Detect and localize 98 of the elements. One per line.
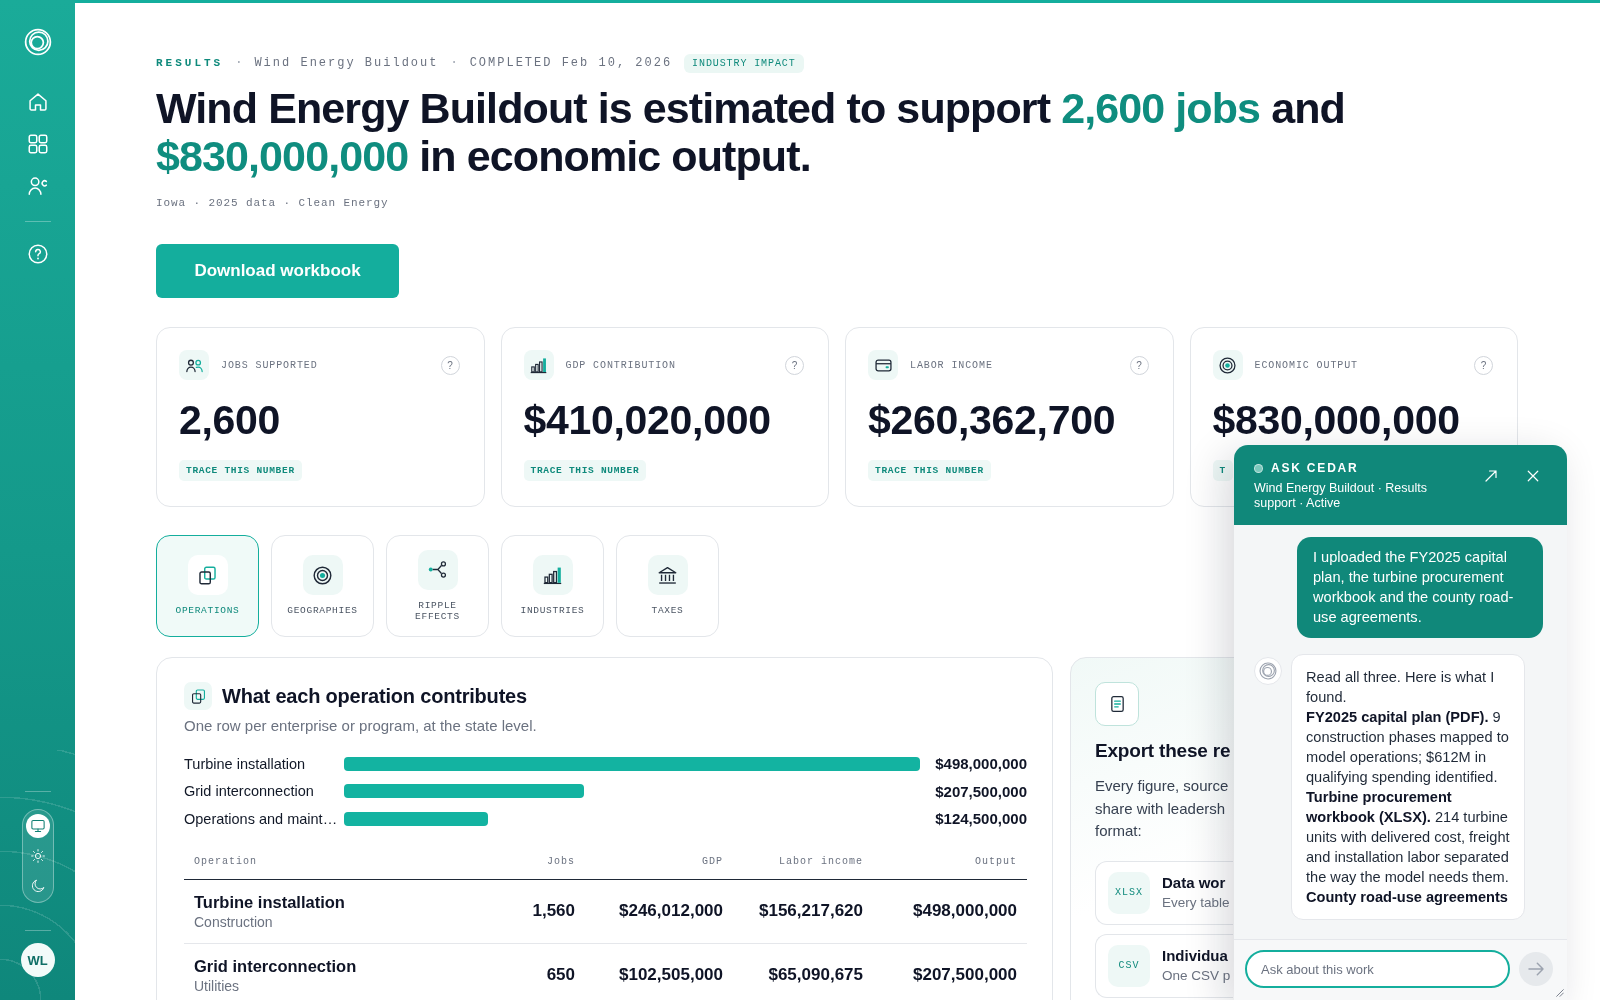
table-cell: 650 bbox=[475, 943, 585, 1000]
kpi-value: $830,000,000 bbox=[1212, 398, 1460, 442]
card-icon bbox=[868, 350, 898, 380]
target-icon bbox=[302, 555, 343, 596]
trace-button[interactable]: TRACE THIS NUMBER bbox=[523, 460, 647, 481]
column-header: Operation bbox=[184, 854, 475, 880]
home-icon[interactable] bbox=[27, 92, 48, 112]
bar-value: $124,500,000 bbox=[934, 810, 1027, 828]
target-icon bbox=[1212, 350, 1243, 380]
stacked-squares-icon bbox=[184, 682, 212, 710]
close-icon[interactable] bbox=[1527, 470, 1539, 482]
kpi-value: 2,600 bbox=[179, 398, 281, 442]
avatar-icon bbox=[1254, 657, 1282, 685]
logo-icon[interactable] bbox=[23, 28, 52, 56]
file-format-tag: CSV bbox=[1108, 944, 1150, 987]
chat-subtitle: Wind Energy Buildout · Results support · Active bbox=[1254, 481, 1428, 511]
table-cell: 1,560 bbox=[475, 879, 585, 944]
trace-button[interactable]: TRACE THIS NUMBER bbox=[179, 460, 302, 481]
bar-chart-icon bbox=[523, 350, 554, 380]
bar-label: Grid interconnection bbox=[184, 783, 315, 800]
message-text: I uploaded the FY2025 capital plan, the turbine procurement workbook and the county road-use agreements. bbox=[1313, 548, 1515, 627]
column-header: Output bbox=[873, 854, 1027, 880]
bank-icon bbox=[647, 555, 688, 596]
chat-input[interactable]: Ask about this work bbox=[1245, 950, 1510, 988]
separator: · bbox=[450, 56, 458, 70]
users-icon[interactable] bbox=[27, 176, 48, 196]
option-title: Data wor bbox=[1162, 873, 1226, 893]
bar-chart-icon bbox=[532, 555, 573, 596]
trace-button[interactable]: TRACE THIS NUMBER bbox=[868, 460, 991, 481]
card-title: What each operation contributes bbox=[222, 684, 527, 709]
card-subtitle: One row per enterprise or program, at the state level. bbox=[184, 716, 537, 736]
table-cell: $156,217,620 bbox=[733, 879, 873, 944]
user-avatar[interactable]: WL bbox=[20, 943, 55, 977]
tab[interactable]: GEOGRAPHIES bbox=[271, 535, 374, 637]
kpi-label: ECONOMIC OUTPUT bbox=[1254, 359, 1359, 371]
headline: Wind Energy Buildout is estimated to support 2,600 jobs and $830,000,000 in economic output. bbox=[156, 84, 1346, 180]
help-button[interactable]: ? bbox=[1474, 355, 1493, 375]
operation-category: Utilities bbox=[194, 976, 240, 995]
table-cell: $246,012,000 bbox=[585, 879, 733, 944]
message-text: Turbine procurement workbook (XLSX). 214 turbine units with delivered cost, freight and installation labor separated the way the model needs them. bbox=[1306, 788, 1510, 887]
trace-button[interactable]: T bbox=[1212, 460, 1233, 481]
bar-value: $498,000,000 bbox=[934, 755, 1027, 773]
message-text: Read all three. Here is what I found. bbox=[1306, 668, 1496, 707]
operation-name: Grid interconnection bbox=[194, 955, 357, 977]
resize-handle-icon[interactable] bbox=[1556, 989, 1564, 997]
operation-category: Construction bbox=[194, 912, 273, 931]
file-format-tag: XLSX bbox=[1108, 871, 1150, 914]
table-cell: $65,090,675 bbox=[733, 943, 873, 1000]
operation-name: Turbine installation bbox=[194, 891, 345, 913]
branch-icon bbox=[417, 549, 458, 590]
breadcrumb-label: RESULTS bbox=[156, 57, 224, 69]
grid-icon[interactable] bbox=[27, 134, 48, 154]
meta-info: Iowa · 2025 data · Clean Energy bbox=[156, 196, 389, 211]
card-description: Every figure, source share with leadersh format: bbox=[1095, 776, 1229, 841]
tab[interactable]: OPERATIONS bbox=[156, 535, 259, 637]
help-button[interactable]: ? bbox=[440, 355, 460, 375]
separator: · bbox=[235, 56, 243, 70]
tab[interactable]: INDUSTRIES bbox=[501, 535, 604, 637]
monitor-icon[interactable] bbox=[25, 814, 50, 838]
column-header: Jobs bbox=[475, 854, 585, 880]
breadcrumb-item: COMPLETED Feb 10, 2026 bbox=[469, 56, 673, 70]
tab[interactable]: TAXES bbox=[616, 535, 719, 637]
export-option[interactable]: CSV Individua One CSV p bbox=[1095, 933, 1233, 998]
help-button[interactable]: ? bbox=[1129, 355, 1149, 375]
card-title: Export these re bbox=[1095, 739, 1231, 763]
kpi-value: $410,020,000 bbox=[523, 398, 771, 442]
kpi-value: $260,362,700 bbox=[868, 398, 1116, 442]
message-text: County road-use agreements bbox=[1306, 888, 1509, 907]
table-cell: $102,505,000 bbox=[585, 943, 733, 1000]
help-icon[interactable] bbox=[27, 244, 48, 264]
column-header: GDP bbox=[585, 854, 733, 880]
people-icon bbox=[179, 350, 209, 380]
option-title: Individua bbox=[1162, 946, 1228, 966]
option-description: One CSV p bbox=[1162, 967, 1231, 985]
table-cell: $498,000,000 bbox=[873, 879, 1027, 944]
kpi-label: LABOR INCOME bbox=[910, 359, 994, 371]
send-icon[interactable] bbox=[1528, 961, 1544, 977]
bar-label: Operations and maint… bbox=[184, 810, 339, 827]
bar-value: $207,500,000 bbox=[934, 782, 1027, 800]
column-header: Labor income bbox=[733, 854, 873, 880]
document-icon bbox=[1095, 682, 1139, 726]
kpi-label: GDP CONTRIBUTION bbox=[565, 359, 677, 371]
help-button[interactable]: ? bbox=[785, 355, 804, 375]
stacked-squares-icon bbox=[187, 555, 228, 596]
breadcrumb-item: Wind Energy Buildout bbox=[254, 56, 439, 70]
download-button[interactable]: Download workbook bbox=[156, 244, 399, 298]
send-button[interactable] bbox=[1519, 952, 1553, 986]
expand-icon[interactable] bbox=[1485, 470, 1497, 482]
option-description: Every table bbox=[1162, 894, 1230, 912]
message-text: FY2025 capital plan (PDF). 9 construction phases mapped to model operations; $612M in qualifying spending identified. bbox=[1306, 708, 1510, 787]
chat-title: ASK CEDAR bbox=[1271, 460, 1359, 476]
category-tag: INDUSTRY IMPACT bbox=[684, 53, 804, 73]
export-option[interactable]: XLSX Data wor Every table bbox=[1095, 860, 1233, 925]
table-cell: $207,500,000 bbox=[873, 943, 1027, 1000]
status-dot-icon bbox=[1254, 463, 1263, 473]
kpi-label: JOBS SUPPORTED bbox=[221, 359, 319, 371]
tab[interactable]: RIPPLE EFFECTS bbox=[386, 535, 489, 637]
bar-label: Turbine installation bbox=[184, 755, 307, 772]
